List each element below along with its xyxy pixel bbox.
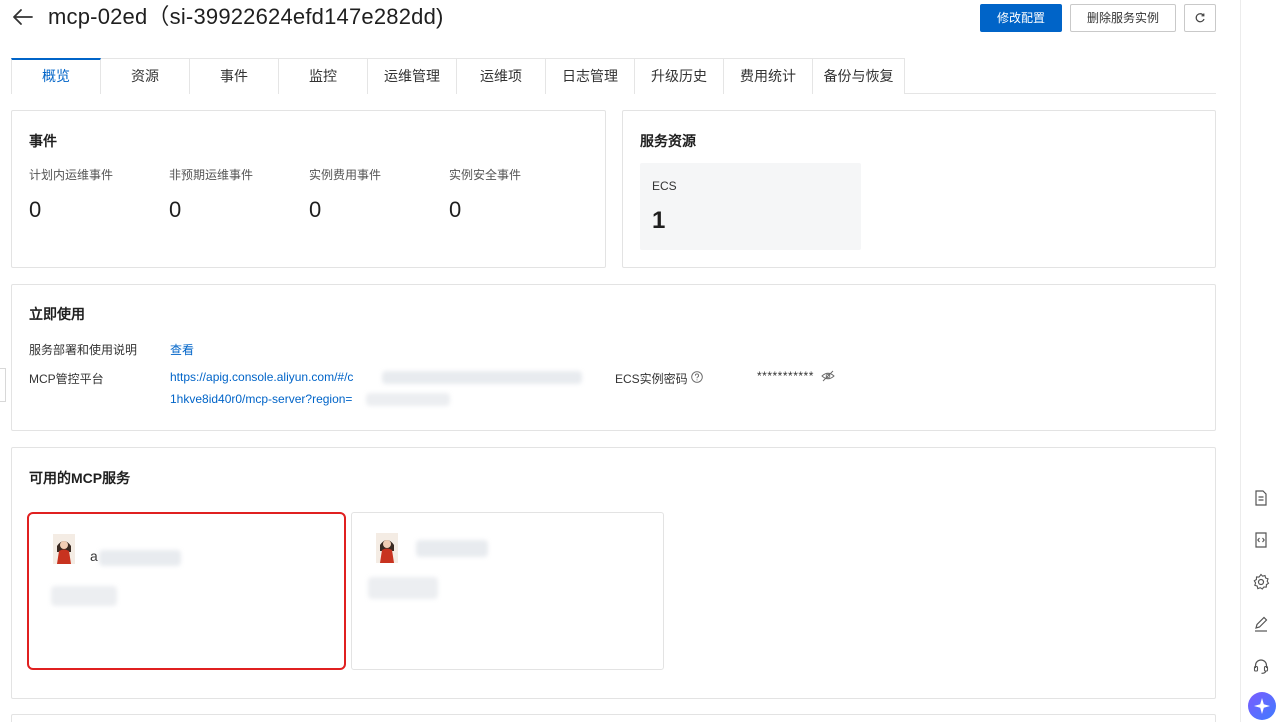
password-label: ECS实例密码 [615,372,688,386]
deploy-view-link[interactable]: 查看 [170,341,194,358]
tab-events[interactable]: 事件 [190,58,279,94]
back-arrow-icon[interactable] [10,4,36,30]
stat-label: 实例费用事件 [309,168,382,182]
events-card: 事件 计划内运维事件 0 非预期运维事件 0 实例费用事件 0 实例安全事件 0 [11,110,606,268]
tab-ops-items[interactable]: 运维项 [457,58,546,94]
tab-upgrade-history[interactable]: 升级历史 [635,58,724,94]
help-icon[interactable] [691,371,703,383]
service-name-prefix: a [90,548,98,564]
page: mcp-02ed（si-39922624efd147e282dd) 修改配置 删… [0,0,1280,722]
mcp-service-card-selected[interactable]: a [27,512,346,670]
code-panel-icon[interactable] [1251,530,1271,550]
right-tool-rail [1240,0,1280,722]
redacted-url-segment [382,371,582,384]
avatar-icon [376,533,398,563]
password-value: *********** [757,369,814,383]
edit-pen-icon[interactable] [1251,614,1271,634]
refresh-icon [1195,13,1205,23]
tab-backup-restore[interactable]: 备份与恢复 [813,58,905,94]
mcp-services-card: 可用的MCP服务 a [11,447,1216,699]
platform-url-link[interactable]: https://apig.console.aliyun.com/#/c [170,370,353,384]
deploy-label: 服务部署和使用说明 [29,343,138,357]
redacted-service-name [99,550,181,566]
delete-instance-button[interactable]: 删除服务实例 [1070,4,1176,32]
next-card [11,714,1216,722]
resource-count: 1 [652,207,666,234]
document-icon[interactable] [1251,488,1271,508]
usage-title: 立即使用 [29,306,85,322]
tab-bar: 概览 资源 事件 监控 运维管理 运维项 日志管理 升级历史 费用统计 备份与恢… [11,58,1216,94]
tab-ops-management[interactable]: 运维管理 [368,58,457,94]
refresh-button[interactable] [1184,4,1216,32]
redacted-service-name [416,540,488,557]
stat-label: 实例安全事件 [449,168,522,182]
tab-log-management[interactable]: 日志管理 [546,58,635,94]
tab-monitoring[interactable]: 监控 [279,58,368,94]
stat-value: 0 [309,197,322,222]
platform-label: MCP管控平台 [29,372,104,386]
tab-overview[interactable]: 概览 [11,58,101,94]
edit-config-button[interactable]: 修改配置 [980,4,1062,32]
avatar-icon [53,534,75,564]
usage-card: 立即使用 服务部署和使用说明 查看 MCP管控平台 https://apig.c… [11,284,1216,431]
redacted-service-desc [51,586,117,606]
headset-support-icon[interactable] [1251,656,1271,676]
stat-value: 0 [449,197,462,222]
resource-label: ECS [652,179,677,193]
eye-hidden-icon[interactable] [821,370,835,382]
redacted-service-desc [368,577,438,599]
redacted-region [366,393,450,406]
events-title: 事件 [29,133,57,149]
platform-url-link-cont[interactable]: 1hkve8id40r0/mcp-server?region= [170,392,352,406]
stat-label: 计划内运维事件 [29,168,114,182]
ai-assistant-icon[interactable] [1248,692,1276,720]
page-title: mcp-02ed（si-39922624efd147e282dd) [48,4,444,29]
tab-cost-stats[interactable]: 费用统计 [724,58,813,94]
left-drawer-handle[interactable] [0,368,6,402]
stat-value: 0 [29,197,42,222]
resources-title: 服务资源 [640,133,696,149]
stat-label: 非预期运维事件 [169,168,254,182]
resources-card: 服务资源 ECS 1 [622,110,1216,268]
resource-item-ecs[interactable]: ECS 1 [640,163,861,250]
stat-value: 0 [169,197,182,222]
gear-icon[interactable] [1251,572,1271,592]
mcp-title: 可用的MCP服务 [29,470,131,486]
tab-resources[interactable]: 资源 [101,58,190,94]
mcp-service-card[interactable] [351,512,664,670]
